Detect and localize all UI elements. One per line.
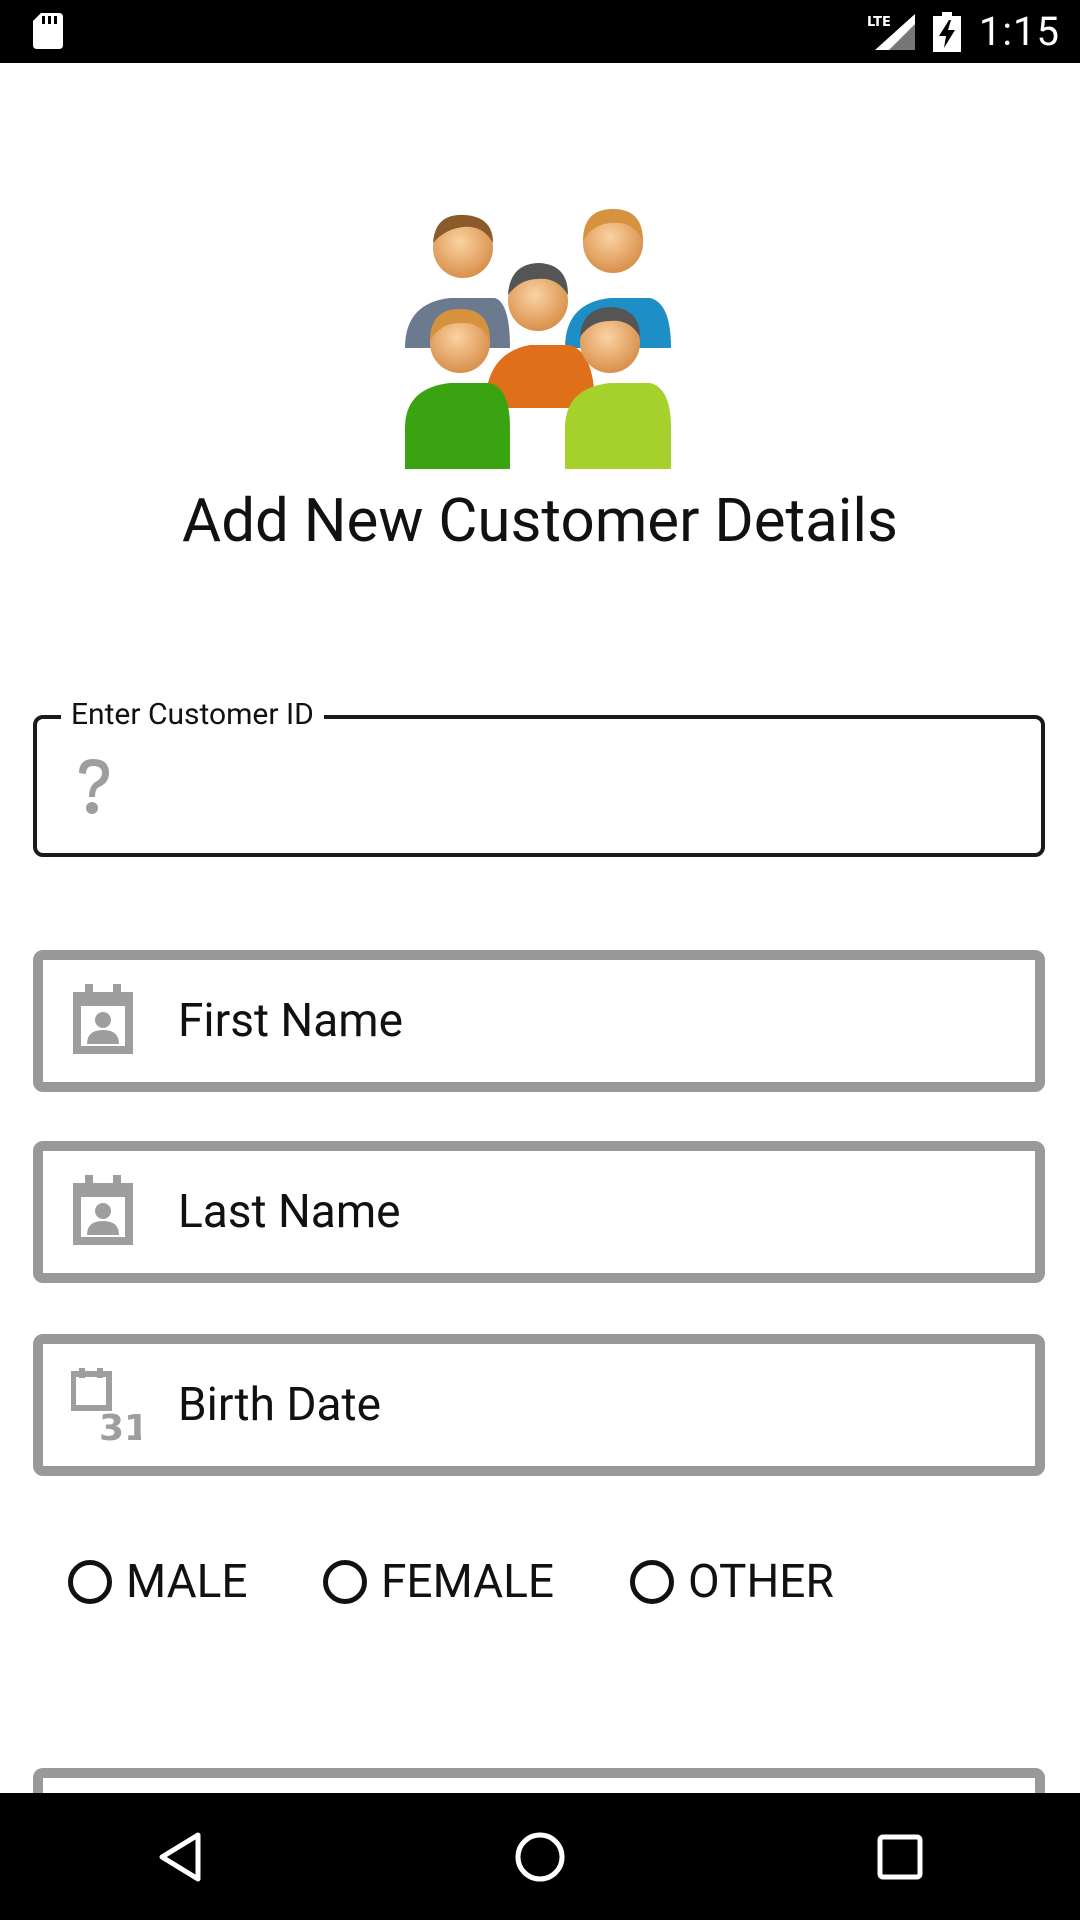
radio-circle[interactable]	[323, 1560, 367, 1604]
last-name-placeholder: Last Name	[178, 1185, 401, 1239]
contact-card-icon	[73, 984, 133, 1054]
home-button[interactable]	[470, 1793, 610, 1920]
radio-circle[interactable]	[630, 1560, 674, 1604]
back-button[interactable]	[110, 1793, 250, 1920]
first-name-field[interactable]: First Name	[33, 950, 1045, 1092]
back-triangle-icon	[159, 1832, 201, 1881]
lte-signal-icon: LTE	[867, 13, 915, 50]
question-mark-icon	[79, 759, 109, 814]
radio-circle[interactable]	[68, 1560, 112, 1604]
status-bar: LTE 1:15	[0, 0, 1080, 63]
radio-male-label[interactable]: MALE	[126, 1555, 248, 1609]
gender-radio-group: MALE FEMALE OTHER	[0, 1552, 1080, 1612]
first-name-placeholder: First Name	[178, 994, 403, 1048]
radio-other[interactable]: OTHER	[630, 1552, 834, 1612]
recents-button[interactable]	[830, 1793, 970, 1920]
navigation-bar	[0, 1793, 1080, 1920]
radio-male[interactable]: MALE	[68, 1552, 248, 1612]
battery-charging-icon	[932, 11, 961, 52]
customer-id-field[interactable]: Enter Customer ID	[33, 697, 1045, 857]
birth-date-placeholder: Birth Date	[178, 1378, 382, 1432]
birth-date-field[interactable]: 31 Birth Date	[33, 1334, 1045, 1476]
contact-card-icon	[73, 1175, 133, 1245]
calendar-day-label: 31	[99, 1408, 141, 1442]
clock-time: 1:15	[978, 8, 1060, 55]
recents-square-icon	[877, 1834, 923, 1879]
page-title: Add New Customer Details	[182, 485, 898, 556]
radio-female-label[interactable]: FEMALE	[381, 1555, 554, 1609]
lte-label: LTE	[867, 15, 891, 30]
sd-card-icon	[33, 13, 63, 49]
customer-id-label: Enter Customer ID	[61, 697, 324, 732]
customers-group-icon	[405, 209, 671, 469]
radio-female[interactable]: FEMALE	[323, 1552, 554, 1612]
radio-other-label[interactable]: OTHER	[688, 1555, 834, 1609]
home-circle-icon	[515, 1832, 565, 1881]
calendar-icon: 31	[71, 1368, 141, 1442]
last-name-field[interactable]: Last Name	[33, 1141, 1045, 1283]
